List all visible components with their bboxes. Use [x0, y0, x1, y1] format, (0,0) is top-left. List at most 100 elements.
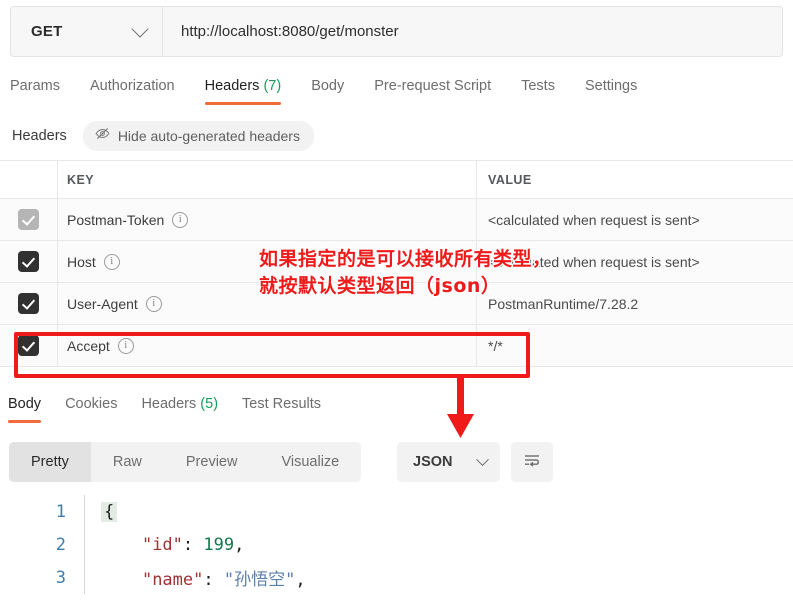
- row-key-cell[interactable]: Postman-Token i: [58, 199, 477, 240]
- view-mode-preview[interactable]: Preview: [164, 442, 260, 482]
- info-icon[interactable]: i: [172, 211, 189, 228]
- tab-body[interactable]: Body: [311, 76, 344, 105]
- code-token-string: "孙悟空": [213, 570, 296, 590]
- response-tab-headers-count: (5): [200, 396, 219, 412]
- response-tab-headers-label: Headers: [141, 396, 197, 412]
- http-method-select[interactable]: GET: [11, 7, 163, 56]
- request-tabs: Params Authorization Headers (7) Body Pr…: [10, 76, 667, 112]
- code-line-content: {: [97, 501, 118, 522]
- code-token-number: 199: [193, 534, 235, 555]
- row-value-label: <calculated when request is sent>: [488, 211, 700, 228]
- table-row[interactable]: User-Agent i PostmanRuntime/7.28.2: [0, 283, 793, 325]
- headers-subbar: Headers Hide auto-generated headers: [12, 121, 314, 151]
- code-line-content: "id": 199,: [97, 535, 244, 555]
- row-checkbox-cell: [0, 199, 58, 240]
- tab-headers[interactable]: Headers (7): [204, 76, 281, 105]
- response-tab-cookies[interactable]: Cookies: [65, 396, 117, 423]
- row-key-label: Postman-Token: [67, 211, 165, 228]
- code-token-key: "name": [141, 570, 204, 590]
- headers-table: KEY VALUE Postman-Token i <calculated wh…: [0, 160, 793, 367]
- row-value-cell[interactable]: PostmanRuntime/7.28.2: [477, 283, 793, 324]
- tab-params-label: Params: [10, 78, 60, 94]
- http-method-label: GET: [31, 23, 63, 40]
- column-header-key: KEY: [58, 161, 477, 198]
- info-icon[interactable]: i: [117, 337, 134, 354]
- tab-settings[interactable]: Settings: [585, 76, 637, 105]
- header-checkbox-column: [0, 161, 58, 198]
- info-icon[interactable]: i: [103, 253, 120, 270]
- row-value-cell[interactable]: <calculated when request is sent>: [477, 199, 793, 240]
- row-checkbox[interactable]: [18, 293, 39, 314]
- row-key-cell[interactable]: Accept i: [58, 325, 477, 366]
- hide-auto-generated-headers-button[interactable]: Hide auto-generated headers: [82, 121, 314, 151]
- row-value-label: PostmanRuntime/7.28.2: [488, 295, 639, 312]
- code-token-comma: ,: [295, 570, 306, 590]
- column-header-value-label: VALUE: [488, 172, 532, 187]
- tab-tests-label: Tests: [521, 78, 555, 94]
- row-key-cell[interactable]: Host i: [58, 241, 477, 282]
- row-value-label: <calculated when request is sent>: [488, 253, 700, 270]
- response-tab-body-label: Body: [8, 396, 42, 412]
- column-header-key-label: KEY: [67, 172, 95, 187]
- info-icon[interactable]: i: [145, 295, 162, 312]
- row-checkbox[interactable]: [18, 209, 39, 230]
- tab-params[interactable]: Params: [10, 76, 60, 105]
- tab-authorization[interactable]: Authorization: [90, 76, 175, 105]
- row-key-label: Host: [67, 253, 96, 270]
- code-line: 3 "name": "孙悟空",: [0, 561, 793, 594]
- headers-section-title: Headers: [12, 128, 67, 144]
- row-checkbox-cell: [0, 283, 58, 324]
- view-mode-pretty[interactable]: Pretty: [9, 442, 91, 482]
- row-checkbox-cell: [0, 241, 58, 282]
- request-url-bar: GET http://localhost:8080/get/monster: [10, 6, 783, 57]
- tab-tests[interactable]: Tests: [521, 76, 555, 105]
- response-tab-headers[interactable]: Headers (5): [141, 396, 218, 423]
- row-checkbox[interactable]: [18, 251, 39, 272]
- text-wrap-icon: [522, 450, 542, 475]
- row-checkbox-cell: [0, 325, 58, 366]
- view-mode-visualize[interactable]: Visualize: [259, 442, 361, 482]
- response-format-select[interactable]: JSON: [397, 442, 500, 482]
- chevron-down-icon: [476, 452, 489, 466]
- row-value-cell[interactable]: */*: [477, 325, 793, 366]
- eye-off-icon: [95, 126, 110, 146]
- row-value-cell[interactable]: <calculated when request is sent>: [477, 241, 793, 282]
- table-row[interactable]: Postman-Token i <calculated when request…: [0, 199, 793, 241]
- fold-rail: [84, 495, 97, 528]
- row-key-label: Accept: [67, 337, 110, 354]
- row-value-label: */*: [488, 337, 503, 354]
- url-input[interactable]: http://localhost:8080/get/monster: [163, 7, 782, 56]
- view-mode-raw[interactable]: Raw: [91, 442, 164, 482]
- response-tab-cookies-label: Cookies: [65, 396, 118, 412]
- row-key-cell[interactable]: User-Agent i: [58, 283, 477, 324]
- row-checkbox[interactable]: [18, 335, 39, 356]
- response-tab-body[interactable]: Body: [8, 396, 42, 423]
- table-row[interactable]: Host i <calculated when request is sent>: [0, 241, 793, 283]
- table-row[interactable]: Accept i */*: [0, 325, 793, 367]
- line-number: 2: [55, 534, 66, 555]
- tab-pre-request-script[interactable]: Pre-request Script: [374, 76, 491, 105]
- response-tab-test-results[interactable]: Test Results: [242, 396, 321, 423]
- code-token-comma: ,: [234, 534, 245, 555]
- code-line: 1 {: [0, 495, 793, 528]
- tab-pre-request-script-label: Pre-request Script: [374, 78, 492, 94]
- response-tab-test-results-label: Test Results: [242, 396, 322, 412]
- code-token-colon: :: [203, 570, 214, 590]
- fold-rail: [84, 528, 97, 561]
- code-line: 2 "id": 199,: [0, 528, 793, 561]
- response-format-label: JSON: [413, 454, 453, 470]
- response-view-mode-group: Pretty Raw Preview Visualize: [9, 442, 362, 482]
- tab-authorization-label: Authorization: [89, 78, 175, 94]
- line-number: 1: [55, 501, 66, 522]
- tab-settings-label: Settings: [584, 78, 638, 94]
- tab-headers-label: Headers: [204, 78, 260, 94]
- text-wrap-button[interactable]: [511, 442, 553, 482]
- table-header-row: KEY VALUE: [0, 161, 793, 199]
- code-token-colon: :: [182, 534, 194, 555]
- fold-rail: [84, 561, 97, 594]
- column-header-value: VALUE: [477, 161, 793, 198]
- hide-auto-generated-headers-label: Hide auto-generated headers: [117, 128, 300, 144]
- tab-body-label: Body: [311, 78, 345, 94]
- response-body-code[interactable]: 1 { 2 "id": 199, 3 "name": "孙悟空",: [0, 495, 793, 604]
- row-key-label: User-Agent: [67, 295, 138, 312]
